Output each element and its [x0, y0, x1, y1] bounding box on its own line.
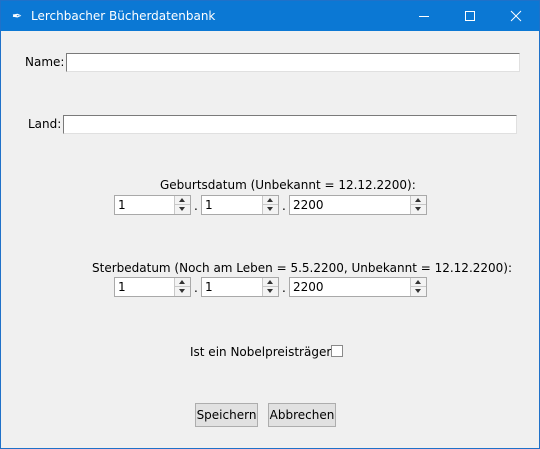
spin-up-arrow-icon[interactable] — [175, 278, 190, 287]
spin-down-arrow-icon[interactable] — [411, 287, 426, 296]
spin-down-arrow-icon[interactable] — [263, 205, 278, 214]
minimize-button[interactable] — [401, 1, 447, 31]
birth-month-spinbox[interactable]: 1 — [201, 195, 279, 215]
spin-arrows — [410, 278, 426, 296]
spin-up-arrow-icon[interactable] — [411, 278, 426, 287]
death-year-spinbox[interactable]: 2200 — [289, 277, 427, 297]
close-icon — [510, 10, 522, 22]
save-button[interactable]: Speichern — [195, 403, 258, 427]
birthdate-label: Geburtsdatum (Unbekannt = 12.12.2200): — [160, 178, 416, 192]
spin-up-arrow-icon[interactable] — [175, 196, 190, 205]
maximize-button[interactable] — [447, 1, 493, 31]
nobel-checkbox[interactable] — [331, 345, 343, 357]
spin-arrows — [410, 196, 426, 214]
window-title: Lerchbacher Bücherdatenbank — [31, 9, 216, 23]
spin-arrows — [262, 196, 278, 214]
birth-month-value: 1 — [205, 198, 213, 212]
death-month-value: 1 — [205, 280, 213, 294]
spin-down-arrow-icon[interactable] — [175, 287, 190, 296]
birth-year-spinbox[interactable]: 2200 — [289, 195, 427, 215]
birth-day-spinbox[interactable]: 1 — [114, 195, 191, 215]
main-window: ✒ Lerchbacher Bücherdatenbank Name: Land… — [0, 0, 540, 449]
cancel-button[interactable]: Abbrechen — [268, 403, 336, 427]
birth-day-value: 1 — [118, 198, 126, 212]
maximize-icon — [465, 11, 475, 21]
spin-down-arrow-icon[interactable] — [411, 205, 426, 214]
spin-up-arrow-icon[interactable] — [411, 196, 426, 205]
spin-arrows — [174, 196, 190, 214]
death-year-value: 2200 — [293, 280, 324, 294]
nobel-label: Ist ein Nobelpreisträger?: — [190, 345, 342, 359]
date-separator: . — [194, 281, 198, 295]
spin-down-arrow-icon[interactable] — [175, 205, 190, 214]
land-input[interactable] — [63, 115, 517, 134]
close-button[interactable] — [493, 1, 539, 31]
death-month-spinbox[interactable]: 1 — [201, 277, 279, 297]
minimize-icon — [419, 16, 429, 17]
spin-arrows — [262, 278, 278, 296]
spin-up-arrow-icon[interactable] — [263, 278, 278, 287]
date-separator: . — [282, 199, 286, 213]
birth-year-value: 2200 — [293, 198, 324, 212]
name-label: Name: — [25, 55, 65, 69]
spin-down-arrow-icon[interactable] — [263, 287, 278, 296]
deathdate-label: Sterbedatum (Noch am Leben = 5.5.2200, U… — [92, 261, 513, 275]
date-separator: . — [282, 281, 286, 295]
title-bar[interactable]: ✒ Lerchbacher Bücherdatenbank — [1, 1, 539, 31]
spin-up-arrow-icon[interactable] — [263, 196, 278, 205]
spin-arrows — [174, 278, 190, 296]
feather-icon: ✒ — [11, 9, 23, 23]
death-day-spinbox[interactable]: 1 — [114, 277, 191, 297]
date-separator: . — [194, 199, 198, 213]
land-label: Land: — [28, 117, 62, 131]
death-day-value: 1 — [118, 280, 126, 294]
name-input[interactable] — [66, 53, 520, 72]
